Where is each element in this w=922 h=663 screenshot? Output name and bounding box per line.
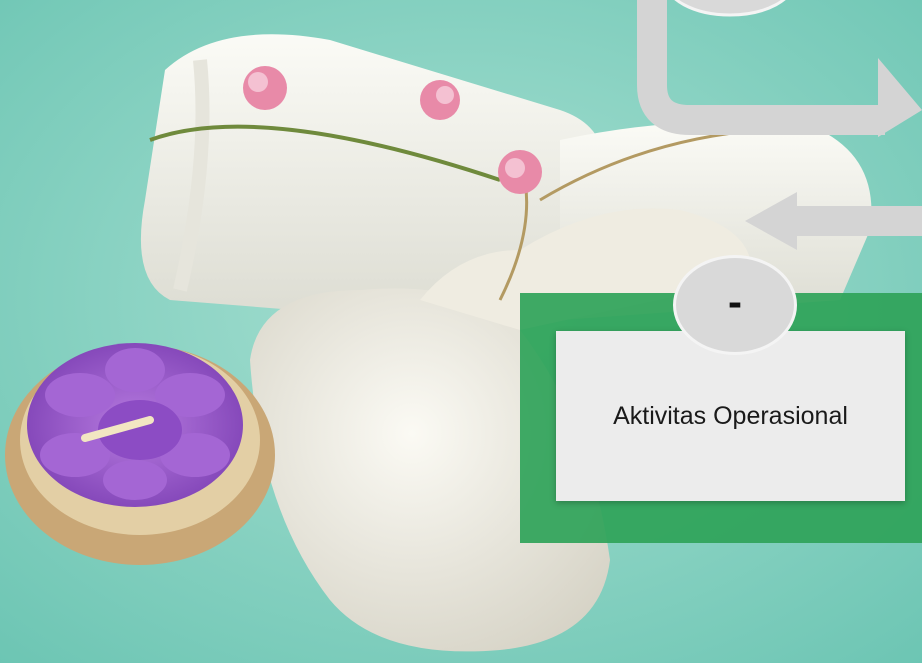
connector-circle: -: [673, 255, 797, 355]
activity-label: Aktivitas Operasional: [613, 401, 848, 430]
activity-node: Aktivitas Operasional: [556, 331, 905, 501]
minus-symbol: -: [728, 278, 742, 325]
